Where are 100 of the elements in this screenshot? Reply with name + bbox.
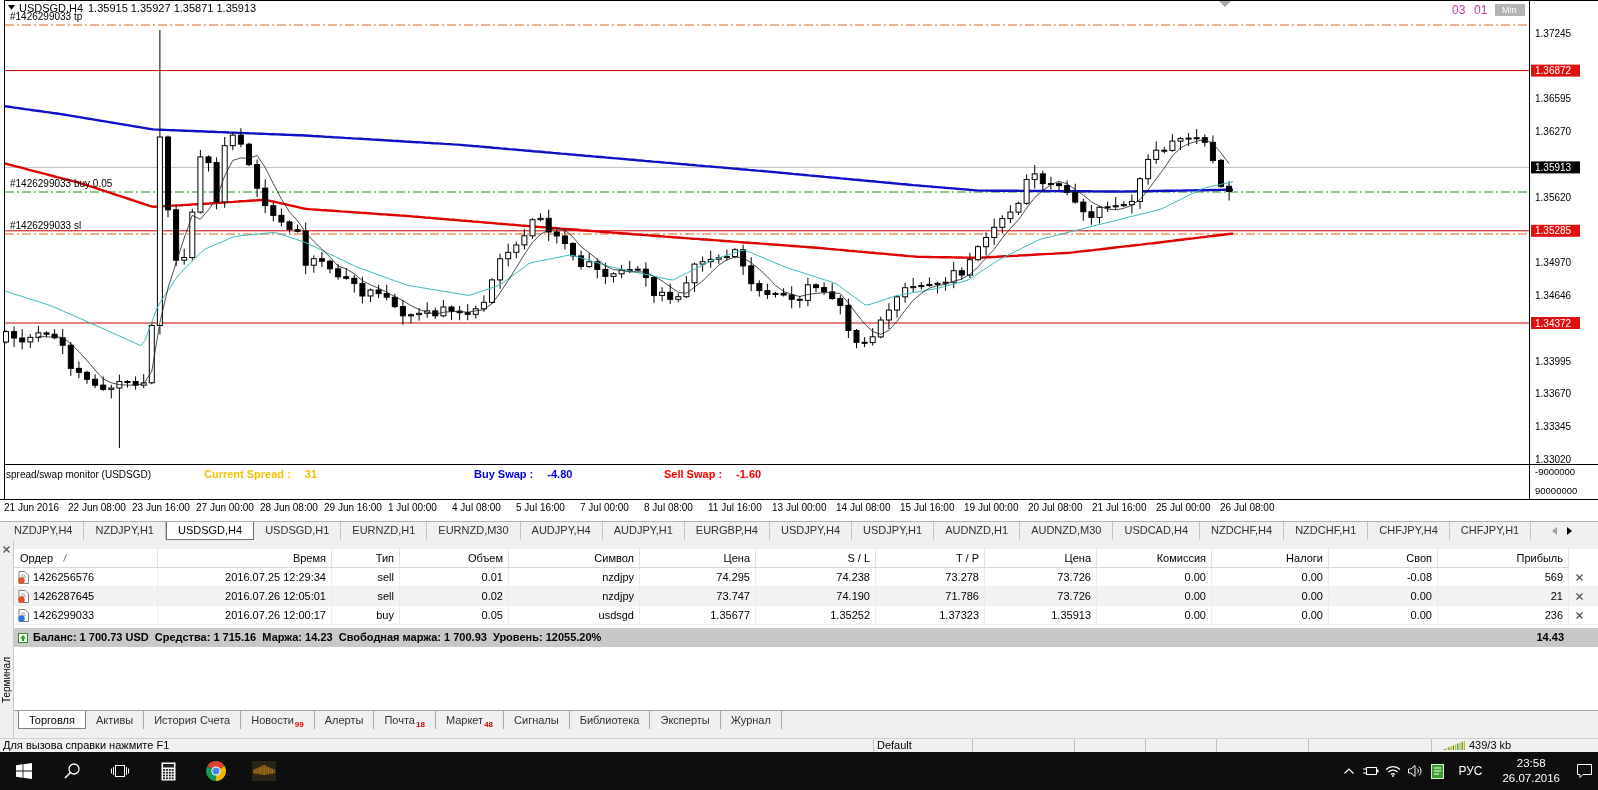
- date-label: 28 Jun 08:00: [260, 502, 318, 513]
- indicator-axis-label: -9000000: [1535, 466, 1576, 477]
- table-row[interactable]: 1426287645 2016.07.26 12:05:01 sell 0.02 nzdjpy 73.747 74.190 71.786 73.726 0.00 0.00 0.00 21: [14, 587, 1598, 606]
- terminal-tab[interactable]: Сигналы: [504, 711, 570, 729]
- price-tick-label: 1.35620: [1535, 191, 1572, 203]
- order-number: 1426256576: [33, 570, 95, 585]
- date-label: 4 Jul 08:00: [452, 502, 501, 513]
- chart-app-icon[interactable]: [252, 761, 276, 781]
- table-cell: 74.238: [756, 568, 876, 586]
- document-icon[interactable]: [1430, 763, 1444, 779]
- table-cell: buy: [332, 606, 400, 624]
- account-summary-text: Баланс: 1 700.73 USD Средства: 1 715.16 Маржа: 14.23 Свободная маржа: 1 700.93 Уровень: 12055.20%: [33, 630, 602, 645]
- triangle-marker-icon[interactable]: [1219, 1, 1231, 7]
- date-label: 13 Jul 00:00: [772, 502, 827, 513]
- indicator-axis-label: 90000000: [1535, 485, 1578, 496]
- unread-count-label: 99: [294, 720, 304, 729]
- close-icon[interactable]: [3, 546, 10, 553]
- browser-icon[interactable]: [206, 761, 226, 781]
- terminal-tab[interactable]: Эксперты: [650, 711, 721, 729]
- price-tick-label: 1.33345: [1535, 421, 1572, 433]
- date-label: 27 Jun 00:00: [196, 502, 254, 513]
- close-icon[interactable]: [1576, 573, 1583, 581]
- up-arrow-icon: [18, 632, 28, 643]
- table-cell: 0.00: [1097, 587, 1212, 605]
- table-cell: 0.00: [1097, 568, 1212, 586]
- reading-label: Current Spread :: [204, 468, 291, 481]
- clock-date[interactable]: 26.07.2016: [1502, 771, 1560, 786]
- speaker-icon[interactable]: [1408, 765, 1423, 777]
- close-icon[interactable]: [1576, 592, 1583, 600]
- table-row[interactable]: 1426299033 2016.07.26 12:00:17 buy 0.05 usdsgd 1.35677 1.35252 1.37323 1.35913 0.00 0.00 0.00 236: [14, 606, 1598, 625]
- battery-icon[interactable]: [1363, 765, 1380, 777]
- price-level-marker: 1.36872: [1531, 64, 1580, 77]
- wifi-icon[interactable]: [1385, 765, 1402, 777]
- clock-time[interactable]: 23:58: [1516, 756, 1546, 771]
- profile-name[interactable]: Default: [877, 739, 912, 751]
- bid-price-marker: 1.35913: [1531, 161, 1580, 174]
- stacked-windows-icon[interactable]: [111, 763, 129, 779]
- order-number: 1426287645: [33, 589, 95, 604]
- table-cell: 569: [1438, 568, 1569, 586]
- terminal-tab[interactable]: Журнал: [720, 711, 782, 729]
- terminal-tab[interactable]: Библиотека: [569, 711, 651, 729]
- right-triangle-icon[interactable]: [1567, 527, 1572, 535]
- terminal-tab[interactable]: Новости$_{99}$: [241, 711, 315, 729]
- date-label: 22 Jun 08:00: [68, 502, 126, 513]
- terminal-tab[interactable]: Активы: [85, 711, 145, 729]
- table-cell: 0.00: [1329, 606, 1438, 624]
- order-line-label: #1426299033 tp: [10, 11, 83, 22]
- terminal-tab[interactable]: Почта$_{18}$: [374, 711, 436, 729]
- date-label: 21 Jul 16:00: [1092, 502, 1147, 513]
- table-cell: -0.08: [1329, 568, 1438, 586]
- date-label: 1 Jul 00:00: [388, 502, 437, 513]
- close-icon[interactable]: [1576, 611, 1583, 619]
- terminal-tab[interactable]: Маркет$_{48}$: [435, 711, 505, 729]
- terminal-tab[interactable]: История Счета: [144, 711, 242, 729]
- price-tick-label: 1.33670: [1535, 388, 1572, 400]
- order-line-label: #1426299033 sl: [10, 220, 82, 231]
- sort-icon: [63, 554, 68, 562]
- terminal-tab[interactable]: Алерты: [314, 711, 375, 729]
- total-profit: 14.43: [1535, 630, 1565, 645]
- start-menu-icon[interactable]: [16, 763, 32, 779]
- reading-label: Sell Swap :: [664, 468, 723, 481]
- table-cell: 1.35677: [640, 606, 756, 624]
- table-cell: usdsgd: [509, 606, 640, 624]
- table-cell: 0.02: [400, 587, 509, 605]
- reading-label: Buy Swap :: [474, 468, 534, 481]
- table-cell: 0.01: [400, 568, 509, 586]
- symbol-tab[interactable]: USDSGD,H4: [165, 522, 255, 540]
- table-cell: 73.726: [985, 568, 1097, 586]
- help-hint: Для вызова справки нажмите F1: [3, 739, 170, 751]
- caret-icon[interactable]: [8, 5, 15, 10]
- table-cell: 0.00: [1212, 587, 1329, 605]
- chart-symbol: USDSGD,H4: [19, 2, 84, 14]
- table-cell: 2016.07.26 12:05:01: [158, 587, 332, 605]
- search-icon[interactable]: [64, 763, 80, 779]
- document-icon: [18, 589, 29, 603]
- table-cell: 1.35913: [985, 606, 1097, 624]
- table-cell: nzdjpy: [509, 568, 640, 586]
- notification-icon[interactable]: [1576, 764, 1592, 778]
- indicator-title: spread/swap monitor (USDSGD): [5, 468, 153, 481]
- date-label: 21 Jun 2016: [4, 502, 60, 513]
- table-row[interactable]: 1426256576 2016.07.25 12:29:34 sell 0.01 nzdjpy 74.295 74.238 73.278 73.726 0.00 0.00 -0.08 569: [14, 568, 1598, 587]
- price-level-marker: 1.35285: [1531, 224, 1580, 237]
- price-tick-label: 1.33995: [1535, 355, 1572, 367]
- price-tick-label: 1.33020: [1535, 453, 1572, 465]
- corner-label: 01: [1474, 3, 1488, 17]
- date-label: 20 Jul 08:00: [1028, 502, 1083, 513]
- language-indicator[interactable]: РУС: [1448, 764, 1493, 778]
- caret-up-icon[interactable]: [1344, 768, 1355, 774]
- table-cell: 74.190: [756, 587, 876, 605]
- calculator-icon[interactable]: [160, 761, 176, 781]
- document-icon: [18, 608, 29, 622]
- reading-value: -1.60: [736, 468, 762, 481]
- table-cell: 1.35252: [756, 606, 876, 624]
- terminal-title: Терминал: [0, 656, 13, 703]
- terminal-tab[interactable]: Торговля: [18, 711, 86, 729]
- traffic-counter: 439/3 kb: [1469, 739, 1512, 752]
- document-icon: [18, 570, 29, 584]
- date-label: 15 Jul 16:00: [900, 502, 955, 513]
- table-cell: 0.00: [1212, 568, 1329, 586]
- table-cell: 73.726: [985, 587, 1097, 605]
